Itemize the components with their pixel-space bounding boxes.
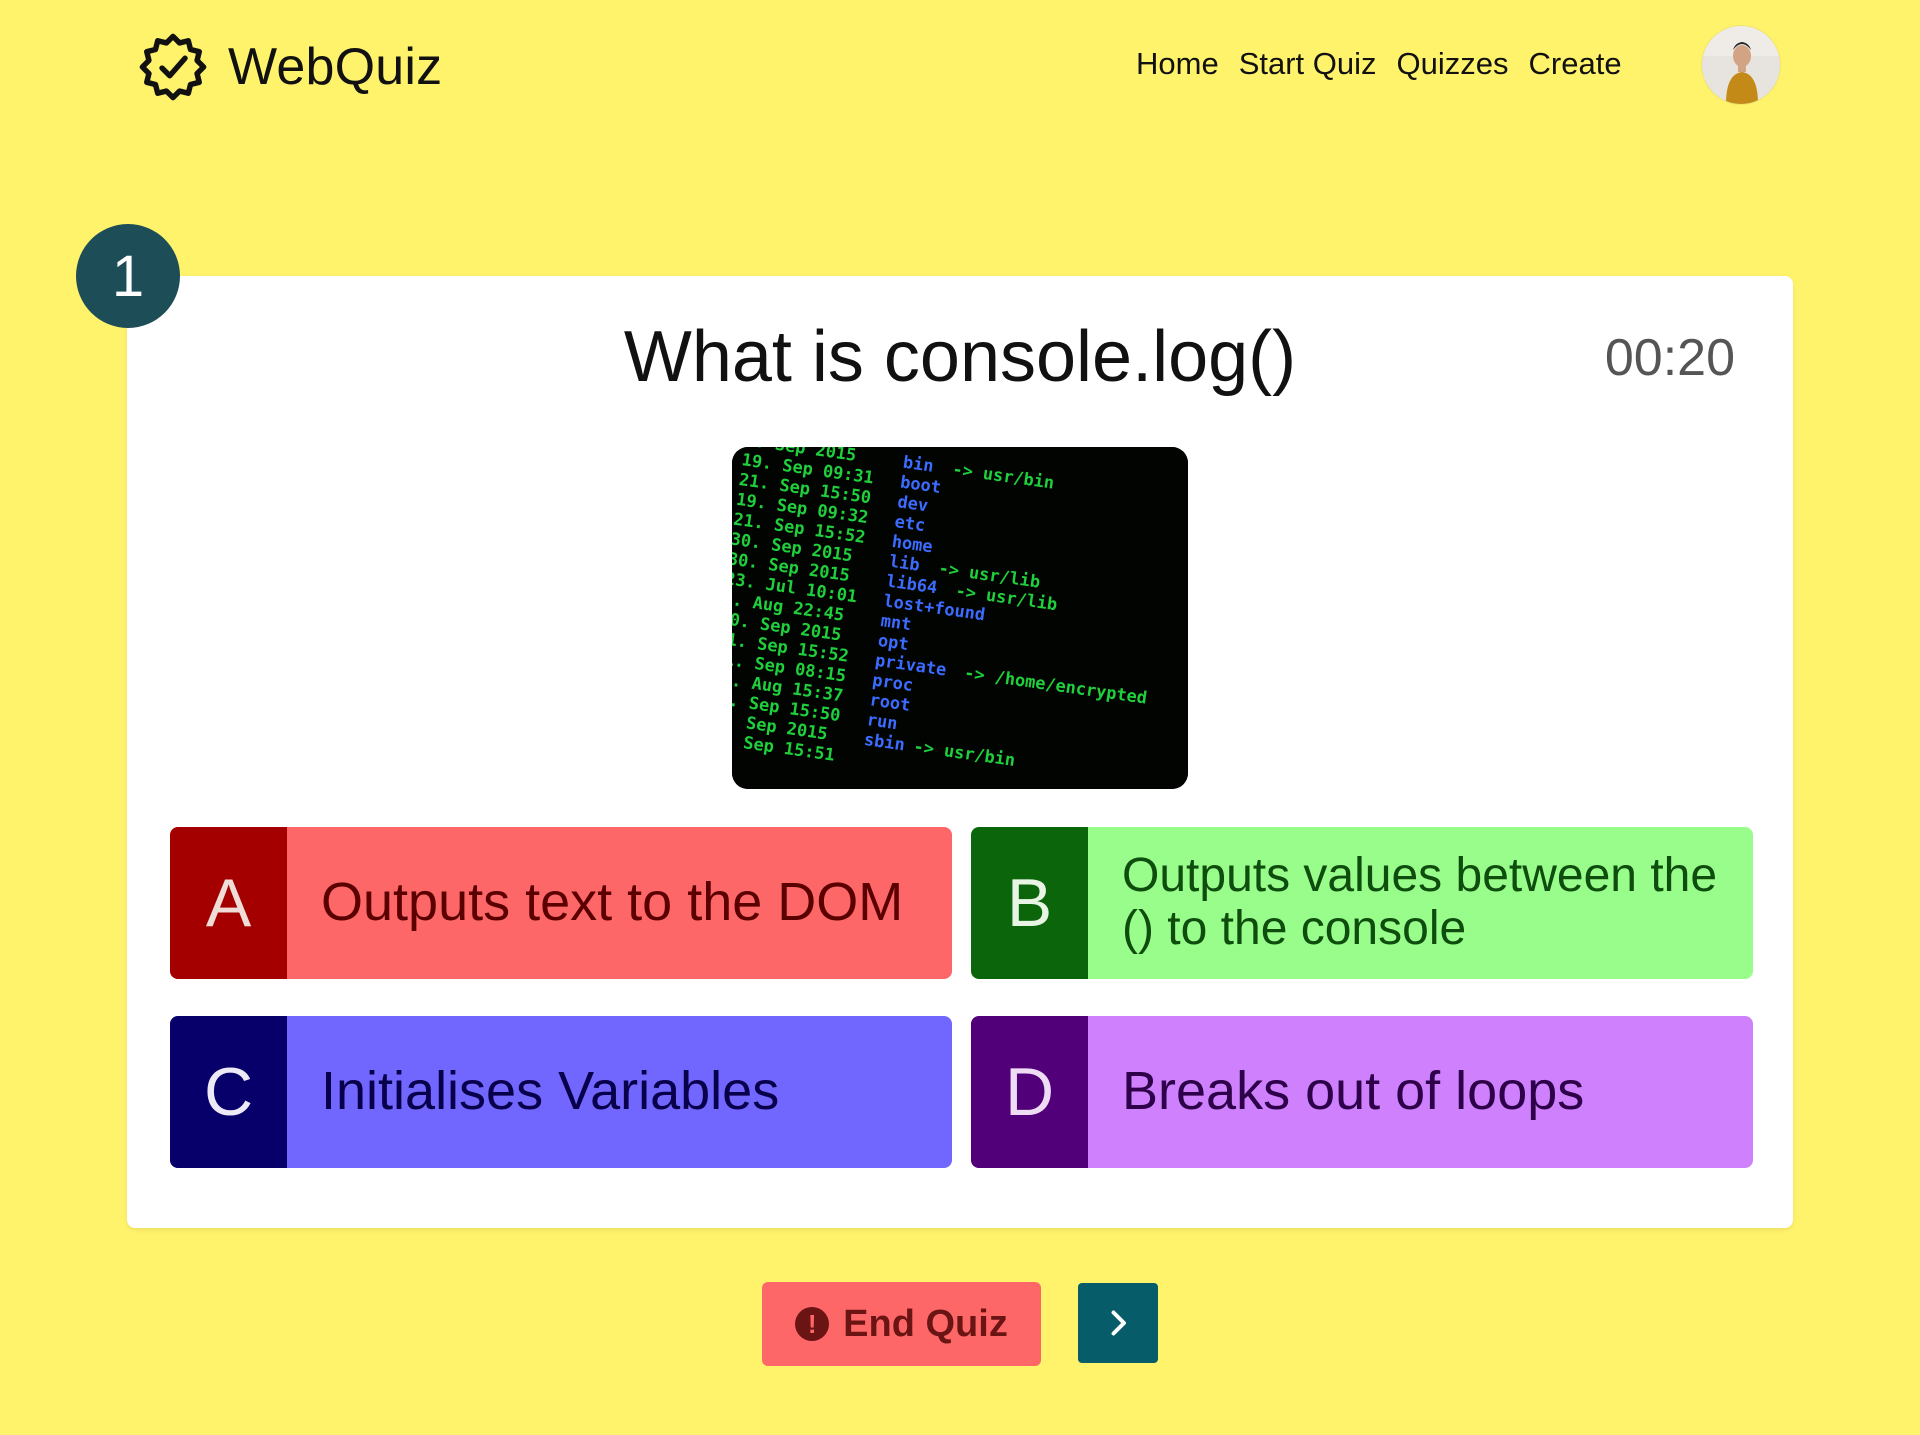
answer-a-button[interactable]: A Outputs text to the DOM (170, 827, 952, 979)
main-nav: Home Start Quiz Quizzes Create (1136, 46, 1622, 82)
alert-circle-icon: ! (795, 1307, 830, 1341)
end-quiz-label: End Quiz (843, 1302, 1008, 1345)
nav-start-quiz[interactable]: Start Quiz (1239, 46, 1377, 82)
nav-home[interactable]: Home (1136, 46, 1219, 82)
end-quiz-button[interactable]: ! End Quiz (762, 1282, 1041, 1366)
badge-check-icon (139, 33, 207, 101)
answer-b-button[interactable]: B Outputs values between the () to the c… (971, 827, 1753, 979)
brand-logo[interactable]: WebQuiz (138, 32, 442, 102)
question-text: What is console.log() (623, 317, 1297, 397)
answer-c-letter: C (170, 1016, 287, 1168)
next-question-button[interactable] (1078, 1283, 1158, 1363)
question-image: . Sep 15:53 0. Sep 2015 19. Sep 09:31 21… (732, 447, 1188, 789)
answer-d-text: Breaks out of loops (1122, 1061, 1585, 1122)
chevron-right-icon (1111, 1310, 1126, 1336)
nav-quizzes[interactable]: Quizzes (1397, 46, 1509, 82)
terminal-screenshot: . Sep 15:53 0. Sep 2015 19. Sep 09:31 21… (732, 447, 1188, 789)
user-avatar[interactable] (1702, 26, 1780, 104)
answer-a-text: Outputs text to the DOM (321, 872, 904, 933)
answer-d-button[interactable]: D Breaks out of loops (971, 1016, 1753, 1168)
countdown-timer: 00:20 (1604, 329, 1735, 387)
answer-a-letter: A (170, 827, 287, 979)
answer-c-button[interactable]: C Initialises Variables (170, 1016, 952, 1168)
avatar-image (1702, 26, 1780, 104)
question-number-badge: 1 (76, 224, 180, 328)
answer-d-letter: D (971, 1016, 1088, 1168)
answer-b-letter: B (971, 827, 1088, 979)
nav-create[interactable]: Create (1529, 46, 1622, 82)
question-card: What is console.log() 00:20 . Sep 15:53 … (127, 276, 1793, 1228)
brand-name: WebQuiz (228, 38, 443, 96)
answer-b-text: Outputs values between the () to the con… (1122, 849, 1718, 955)
answer-c-text: Initialises Variables (321, 1061, 780, 1122)
